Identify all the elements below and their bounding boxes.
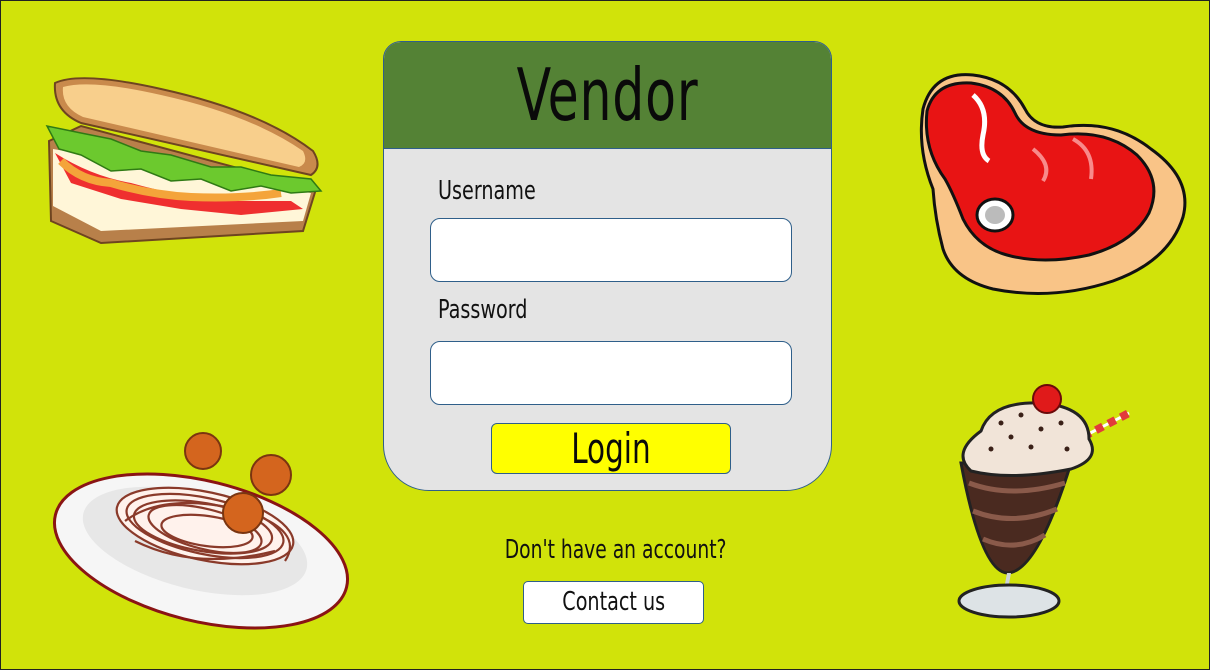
- login-card: Vendor Username Password Login: [383, 41, 832, 491]
- password-input[interactable]: [430, 341, 792, 405]
- milkshake-image: [957, 384, 1131, 619]
- spaghetti-image: [52, 432, 350, 630]
- contact-us-button[interactable]: Contact us: [523, 581, 704, 624]
- login-button[interactable]: Login: [491, 423, 731, 474]
- signup-prompt: Don't have an account?: [431, 535, 801, 565]
- username-input[interactable]: [430, 218, 792, 282]
- sandwich-image: [45, 77, 323, 245]
- contact-us-label: Contact us: [562, 587, 665, 617]
- login-button-label: Login: [571, 424, 651, 473]
- password-label: Password: [438, 295, 528, 325]
- card-title: Vendor: [516, 53, 699, 137]
- signup-prompt-text: Don't have an account?: [505, 535, 727, 565]
- steak-image: [919, 73, 1187, 295]
- username-label: Username: [438, 176, 536, 206]
- card-header: Vendor: [384, 42, 831, 149]
- login-screen: Vendor Username Password Login Don't hav…: [0, 0, 1210, 670]
